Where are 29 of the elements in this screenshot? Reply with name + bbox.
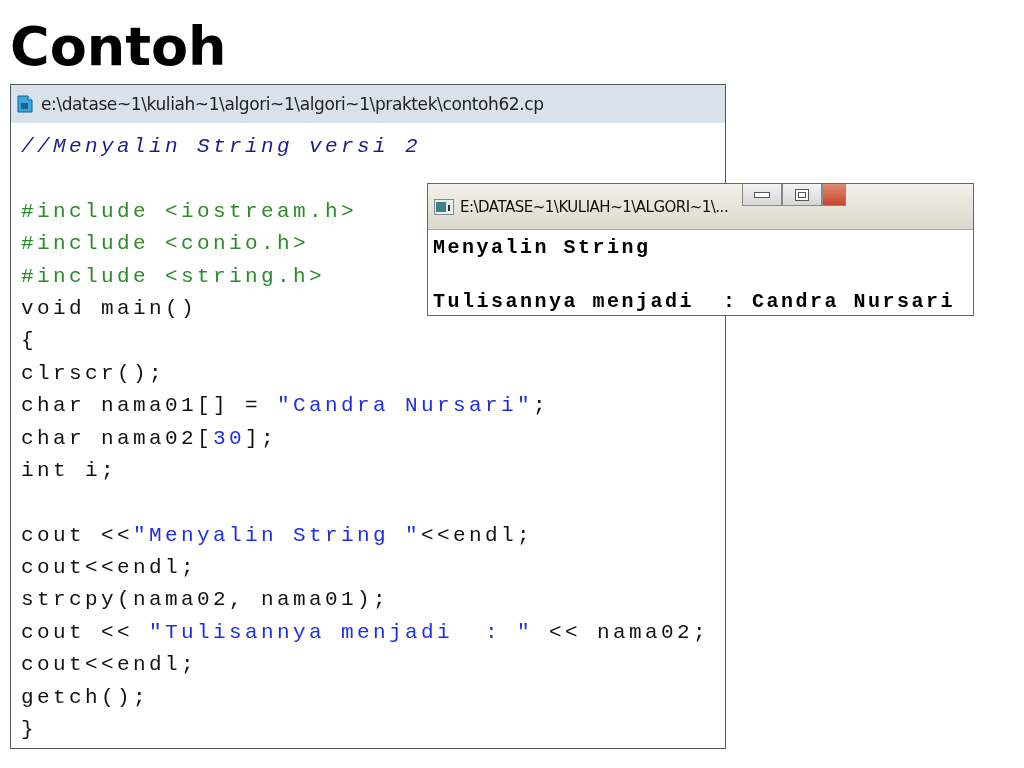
code-line: cout<<endl;: [21, 555, 198, 582]
console-output-line: Menyalin String: [433, 235, 651, 261]
file-icon: [17, 95, 33, 113]
close-button[interactable]: [822, 184, 847, 206]
code-line: cout<<endl;: [21, 652, 198, 679]
code-line: void main(): [21, 295, 198, 322]
code-line: {: [21, 328, 37, 355]
code-line: int i;: [21, 457, 117, 484]
editor-file-path: e:\datase~1\kuliah~1\algori~1\algori~1\praktek\contoh62.cp: [41, 94, 544, 114]
code-line: char nama02[30];: [21, 425, 278, 452]
code-line: #include <string.h>: [21, 263, 326, 290]
code-line: clrscr();: [21, 360, 166, 387]
code-line: getch();: [21, 684, 150, 711]
console-icon: [434, 198, 454, 215]
slide-heading: Contoh: [10, 14, 228, 80]
code-line: //Menyalin String versi 2: [21, 134, 422, 160]
code-line: strcpy(nama02, nama01);: [21, 587, 390, 614]
code-line: #include <iostream.h>: [21, 198, 358, 225]
code-line: #include <conio.h>: [21, 231, 310, 258]
code-line: cout << "Tulisannya menjadi : " << nama02;: [21, 619, 710, 646]
maximize-button[interactable]: [782, 184, 823, 206]
code-line: cout <<"Menyalin String "<<endl;: [21, 522, 534, 549]
console-title: E:\DATASE~1\KULIAH~1\ALGORI~1\...: [460, 197, 729, 216]
minimize-button[interactable]: [742, 184, 783, 206]
maximize-icon: [795, 188, 810, 201]
code-line: }: [21, 717, 37, 744]
code-line: char nama01[] = "Candra Nursari";: [21, 393, 550, 420]
minimize-icon: [754, 191, 771, 198]
console-output-line: Tulisannya menjadi : Candra Nursari: [433, 289, 956, 315]
